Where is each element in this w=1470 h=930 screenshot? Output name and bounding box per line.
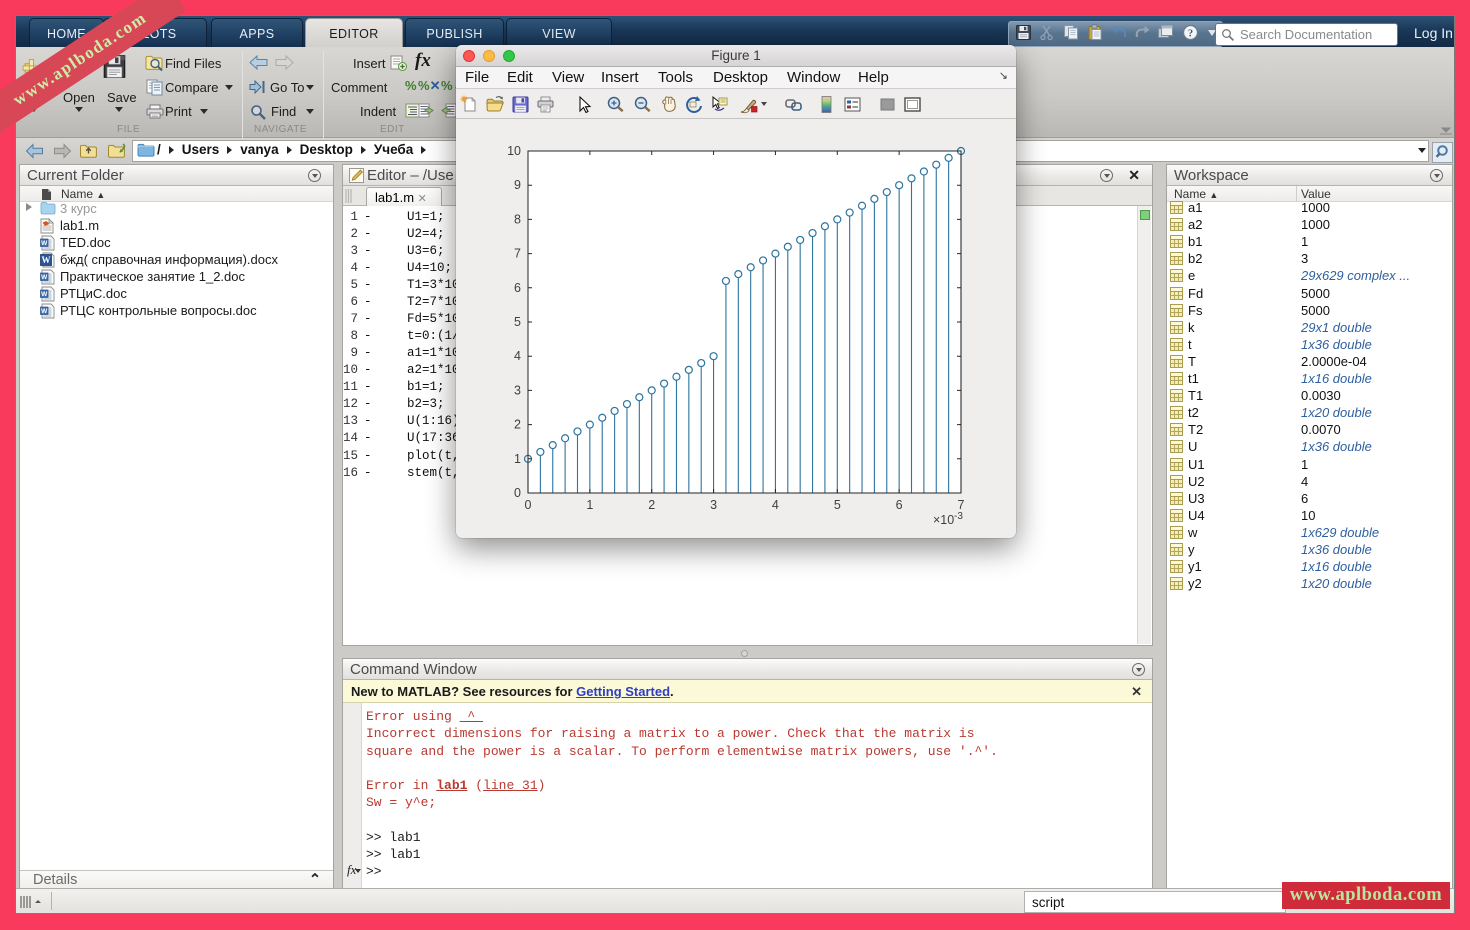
svg-text:3: 3 bbox=[514, 383, 521, 397]
svg-text:7: 7 bbox=[958, 498, 965, 512]
svg-text:6: 6 bbox=[514, 281, 521, 295]
svg-text:5: 5 bbox=[834, 498, 841, 512]
svg-text:0: 0 bbox=[525, 498, 532, 512]
svg-text:3: 3 bbox=[710, 498, 717, 512]
svg-text:W: W bbox=[42, 255, 51, 265]
svg-text:W: W bbox=[41, 274, 48, 281]
svg-text:1: 1 bbox=[514, 452, 521, 466]
svg-text:4: 4 bbox=[772, 498, 779, 512]
svg-text:W: W bbox=[41, 240, 48, 247]
svg-text:8: 8 bbox=[514, 212, 521, 226]
svg-text:-3: -3 bbox=[954, 511, 963, 522]
svg-text:1: 1 bbox=[586, 498, 593, 512]
svg-text:?: ? bbox=[1188, 29, 1193, 40]
svg-text:4: 4 bbox=[514, 349, 521, 363]
svg-text:0: 0 bbox=[514, 486, 521, 500]
svg-text:W: W bbox=[41, 291, 48, 298]
svg-text:10: 10 bbox=[507, 144, 521, 158]
svg-text:2: 2 bbox=[514, 418, 521, 432]
svg-text:5: 5 bbox=[514, 315, 521, 329]
svg-text:6: 6 bbox=[896, 498, 903, 512]
svg-text:9: 9 bbox=[514, 178, 521, 192]
svg-text:W: W bbox=[41, 308, 48, 315]
svg-text:7: 7 bbox=[514, 247, 521, 261]
svg-text:×10: ×10 bbox=[933, 513, 954, 527]
svg-text:2: 2 bbox=[648, 498, 655, 512]
